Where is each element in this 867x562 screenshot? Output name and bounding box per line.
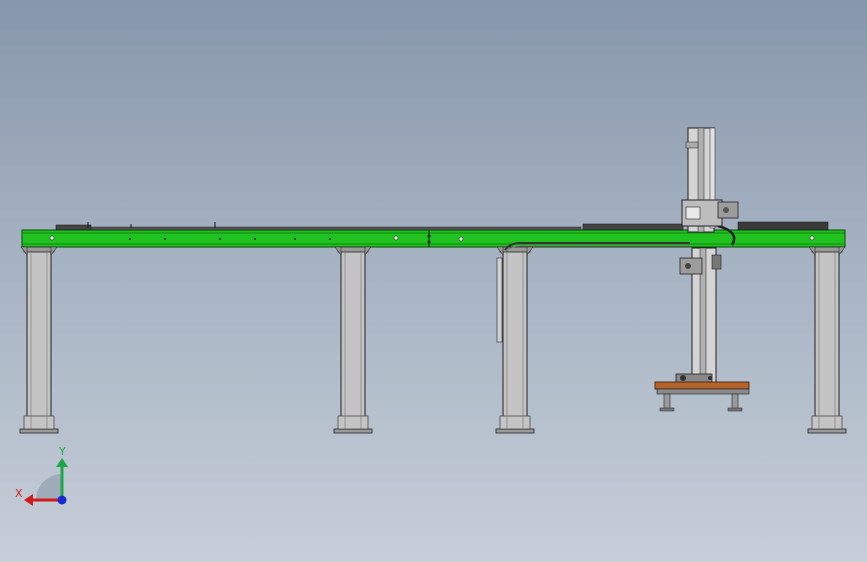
support-column-3[interactable] xyxy=(495,246,535,434)
gantry-beam[interactable] xyxy=(21,229,846,248)
support-column-1[interactable] xyxy=(19,246,59,434)
support-column-2[interactable] xyxy=(333,246,373,434)
y-axis-label: Y xyxy=(58,445,66,458)
z-axis-carriage[interactable] xyxy=(675,127,739,385)
workpiece-pallet[interactable] xyxy=(654,381,750,412)
y-arrow-head xyxy=(56,458,68,467)
gantry-assembly-drawing: Y X xyxy=(15,127,847,506)
z-axis-dot xyxy=(57,495,67,505)
cad-viewport[interactable]: Y X xyxy=(0,0,867,562)
x-axis-label: X xyxy=(15,487,23,500)
support-column-4[interactable] xyxy=(807,246,847,434)
axis-triad: Y X xyxy=(15,445,68,506)
x-arrow-head xyxy=(24,494,33,506)
